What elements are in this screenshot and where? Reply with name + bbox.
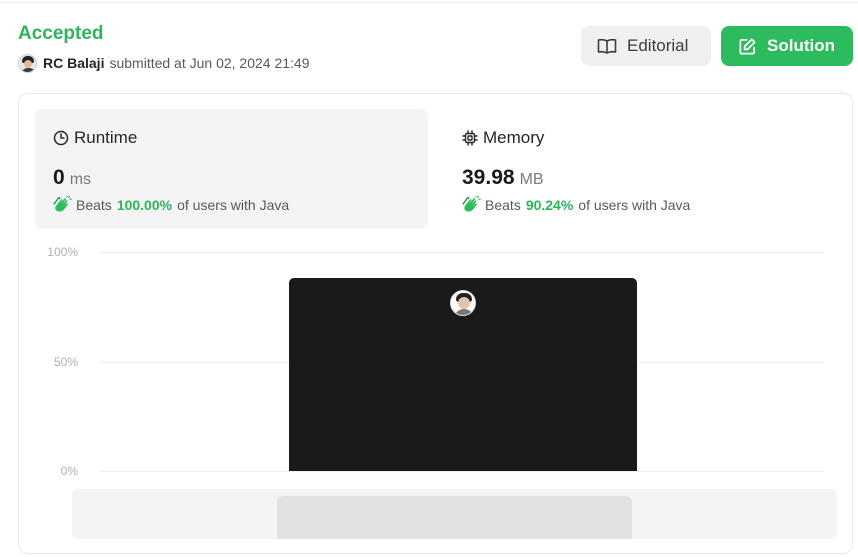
chart-range-thumb[interactable]: [277, 496, 632, 539]
top-divider: [0, 2, 858, 3]
submitted-timestamp: submitted at Jun 02, 2024 21:49: [109, 55, 310, 71]
runtime-title: Runtime: [74, 128, 138, 147]
runtime-beats-suffix: of users with Java: [177, 197, 290, 213]
memory-beats-label: Beats: [485, 197, 521, 213]
chart-gridline: [100, 471, 824, 472]
user-position-avatar[interactable]: [450, 290, 476, 317]
y-tick-label: 0%: [60, 464, 78, 478]
chart-gridline: [100, 252, 824, 253]
runtime-beats-percent: 100.00%: [116, 197, 173, 213]
memory-unit: MB: [519, 171, 544, 188]
memory-beats-suffix: of users with Java: [578, 197, 691, 213]
memory-number: 39.98: [462, 166, 515, 189]
submitter-line: RC Balaji submitted at Jun 02, 2024 21:4…: [18, 53, 310, 73]
runtime-unit: ms: [69, 171, 92, 188]
memory-title: Memory: [483, 128, 545, 147]
clapping-hands-icon: [462, 196, 481, 212]
runtime-beats: Beats 100.00% of users with Java: [53, 195, 428, 215]
solution-label: Solution: [767, 36, 835, 55]
username-link[interactable]: RC Balaji: [43, 55, 104, 71]
memory-card[interactable]: Memory 39.98 MB Beats 90.24% of users wi…: [444, 109, 837, 229]
avatar[interactable]: [18, 53, 37, 73]
clock-icon: [53, 130, 69, 146]
editorial-label: Editorial: [627, 36, 689, 55]
chip-icon: [462, 130, 478, 146]
submission-status: Accepted: [18, 23, 104, 44]
runtime-distribution-chart: 100% 50% 0%: [0, 240, 858, 480]
book-icon: [597, 38, 617, 54]
memory-value: 39.98 MB: [462, 166, 837, 190]
y-tick-label: 100%: [47, 245, 78, 259]
solution-button[interactable]: Solution: [721, 26, 853, 66]
y-tick-label: 50%: [53, 354, 78, 369]
runtime-card[interactable]: Runtime 0 ms Beats 100.00% of users with…: [35, 109, 428, 229]
edit-icon: [739, 38, 756, 54]
runtime-beats-label: Beats: [76, 197, 112, 213]
runtime-value: 0 ms: [53, 166, 428, 190]
editorial-button[interactable]: Editorial: [581, 26, 711, 66]
memory-beats-percent: 90.24%: [525, 197, 574, 213]
clapping-hands-icon: [53, 196, 72, 212]
memory-beats: Beats 90.24% of users with Java: [462, 195, 837, 215]
runtime-number: 0: [53, 166, 65, 189]
